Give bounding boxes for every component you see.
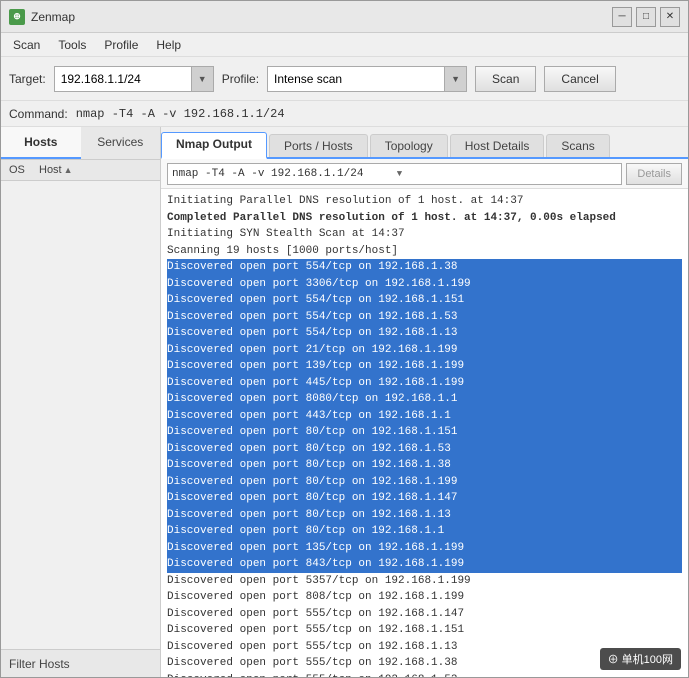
profile-dropdown-arrow[interactable]: ▼ <box>444 67 466 91</box>
menu-profile[interactable]: Profile <box>96 36 146 54</box>
menu-help[interactable]: Help <box>148 36 189 54</box>
output-line: Discovered open port 555/tcp on 192.168.… <box>167 622 682 639</box>
output-line: Discovered open port 843/tcp on 192.168.… <box>167 556 682 573</box>
output-line: Discovered open port 80/tcp on 192.168.1… <box>167 474 682 491</box>
window-controls: ─ □ ✕ <box>612 7 680 27</box>
output-line: Discovered open port 555/tcp on 192.168.… <box>167 606 682 623</box>
os-column-header: OS <box>5 162 35 178</box>
sidebar-list-header: OS Host ▲ <box>1 160 160 181</box>
command-label: Command: <box>9 107 68 121</box>
menubar: Scan Tools Profile Help <box>1 33 688 57</box>
output-line: Discovered open port 8080/tcp on 192.168… <box>167 391 682 408</box>
tab-scans[interactable]: Scans <box>546 134 609 157</box>
output-line: Discovered open port 555/tcp on 192.168.… <box>167 639 682 656</box>
output-line: Scanning 19 hosts [1000 ports/host] <box>167 243 682 260</box>
sidebar-tab-hosts[interactable]: Hosts <box>1 127 81 159</box>
output-line: Discovered open port 80/tcp on 192.168.1… <box>167 523 682 540</box>
command-select-arrow: ▼ <box>397 169 618 179</box>
output-toolbar: nmap -T4 -A -v 192.168.1.1/24 ▼ Details <box>161 159 688 189</box>
cancel-button[interactable]: Cancel <box>544 66 615 92</box>
window-title: Zenmap <box>31 10 75 24</box>
output-line: Discovered open port 443/tcp on 192.168.… <box>167 408 682 425</box>
output-line: Discovered open port 135/tcp on 192.168.… <box>167 540 682 557</box>
output-line: Discovered open port 21/tcp on 192.168.1… <box>167 342 682 359</box>
details-button[interactable]: Details <box>626 163 682 185</box>
output-line: Discovered open port 80/tcp on 192.168.1… <box>167 507 682 524</box>
target-input[interactable] <box>59 72 187 86</box>
sidebar-host-list[interactable] <box>1 181 160 649</box>
output-line: Discovered open port 554/tcp on 192.168.… <box>167 259 682 276</box>
output-line: Initiating Parallel DNS resolution of 1 … <box>167 193 682 210</box>
output-line: Discovered open port 80/tcp on 192.168.1… <box>167 424 682 441</box>
output-line: Discovered open port 554/tcp on 192.168.… <box>167 325 682 342</box>
profile-label: Profile: <box>222 72 259 86</box>
sidebar: Hosts Services OS Host ▲ Filter Hosts <box>1 127 161 677</box>
sidebar-tab-services[interactable]: Services <box>81 127 161 159</box>
output-line: Discovered open port 554/tcp on 192.168.… <box>167 292 682 309</box>
output-line: Discovered open port 5357/tcp on 192.168… <box>167 573 682 590</box>
target-field[interactable]: ▼ <box>54 66 214 92</box>
maximize-button[interactable]: □ <box>636 7 656 27</box>
command-bar: Command: <box>1 101 688 127</box>
host-column-header: Host ▲ <box>35 162 156 178</box>
output-line: Discovered open port 555/tcp on 192.168.… <box>167 655 682 672</box>
menu-tools[interactable]: Tools <box>50 36 94 54</box>
menu-scan[interactable]: Scan <box>5 36 48 54</box>
command-input[interactable] <box>76 107 680 121</box>
titlebar: ⊕ Zenmap ─ □ ✕ <box>1 1 688 33</box>
tab-host-details[interactable]: Host Details <box>450 134 545 157</box>
main-area: Hosts Services OS Host ▲ Filter Hosts Nm… <box>1 127 688 677</box>
output-line: Discovered open port 80/tcp on 192.168.1… <box>167 457 682 474</box>
output-line: Discovered open port 80/tcp on 192.168.1… <box>167 490 682 507</box>
tabs-bar: Nmap Output Ports / Hosts Topology Host … <box>161 127 688 159</box>
scan-button[interactable]: Scan <box>475 66 536 92</box>
output-line: Discovered open port 139/tcp on 192.168.… <box>167 358 682 375</box>
command-select-value: nmap -T4 -A -v 192.168.1.1/24 <box>172 168 393 180</box>
titlebar-left: ⊕ Zenmap <box>9 9 75 25</box>
sidebar-tabs: Hosts Services <box>1 127 160 160</box>
output-content[interactable]: Initiating Parallel DNS resolution of 1 … <box>161 189 688 677</box>
profile-field[interactable]: ▼ <box>267 66 467 92</box>
target-label: Target: <box>9 72 46 86</box>
close-button[interactable]: ✕ <box>660 7 680 27</box>
output-line: Discovered open port 555/tcp on 192.168.… <box>167 672 682 678</box>
tab-topology[interactable]: Topology <box>370 134 448 157</box>
minimize-button[interactable]: ─ <box>612 7 632 27</box>
sort-arrow: ▲ <box>64 165 73 175</box>
profile-input[interactable] <box>272 72 442 86</box>
content-area: Nmap Output Ports / Hosts Topology Host … <box>161 127 688 677</box>
output-line: Discovered open port 554/tcp on 192.168.… <box>167 309 682 326</box>
toolbar: Target: ▼ Profile: ▼ Scan Cancel <box>1 57 688 101</box>
main-window: ⊕ Zenmap ─ □ ✕ Scan Tools Profile Help T… <box>0 0 689 678</box>
output-line: Initiating SYN Stealth Scan at 14:37 <box>167 226 682 243</box>
output-line: Completed Parallel DNS resolution of 1 h… <box>167 210 682 227</box>
target-dropdown-arrow[interactable]: ▼ <box>191 67 213 91</box>
tab-nmap-output[interactable]: Nmap Output <box>161 132 267 159</box>
tab-ports-hosts[interactable]: Ports / Hosts <box>269 134 368 157</box>
output-line: Discovered open port 445/tcp on 192.168.… <box>167 375 682 392</box>
command-select[interactable]: nmap -T4 -A -v 192.168.1.1/24 ▼ <box>167 163 622 185</box>
output-line: Discovered open port 3306/tcp on 192.168… <box>167 276 682 293</box>
output-line: Discovered open port 80/tcp on 192.168.1… <box>167 441 682 458</box>
filter-hosts-button[interactable]: Filter Hosts <box>1 649 160 677</box>
app-icon: ⊕ <box>9 9 25 25</box>
output-line: Discovered open port 808/tcp on 192.168.… <box>167 589 682 606</box>
